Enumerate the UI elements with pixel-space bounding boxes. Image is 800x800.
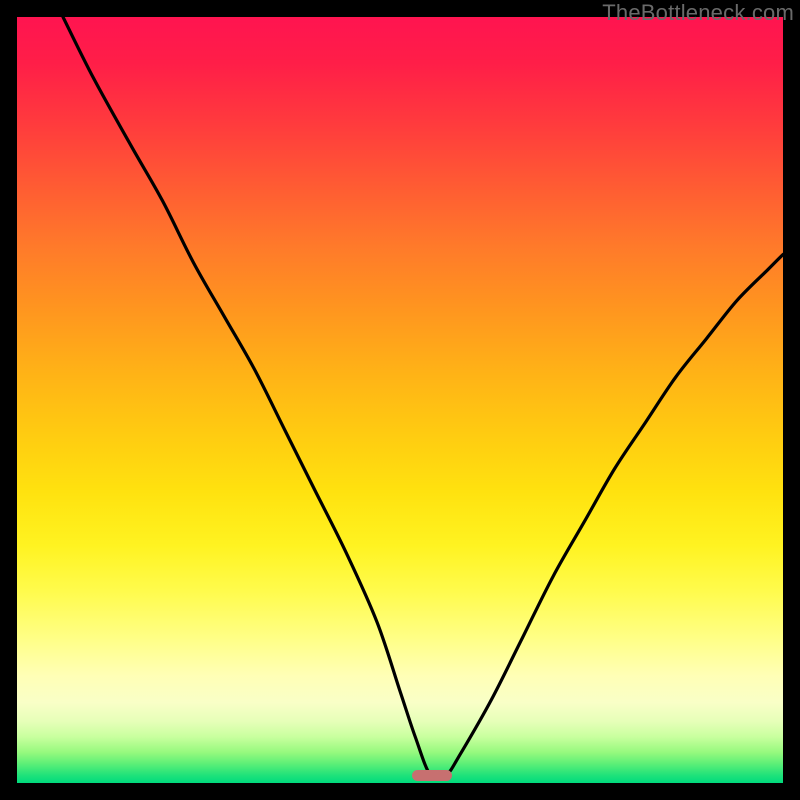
curve-path: [63, 17, 783, 779]
plot-area: [17, 17, 783, 783]
watermark-text: TheBottleneck.com: [602, 0, 794, 26]
bottleneck-curve: [17, 17, 783, 783]
optimal-marker: [412, 770, 452, 781]
chart-stage: TheBottleneck.com: [0, 0, 800, 800]
